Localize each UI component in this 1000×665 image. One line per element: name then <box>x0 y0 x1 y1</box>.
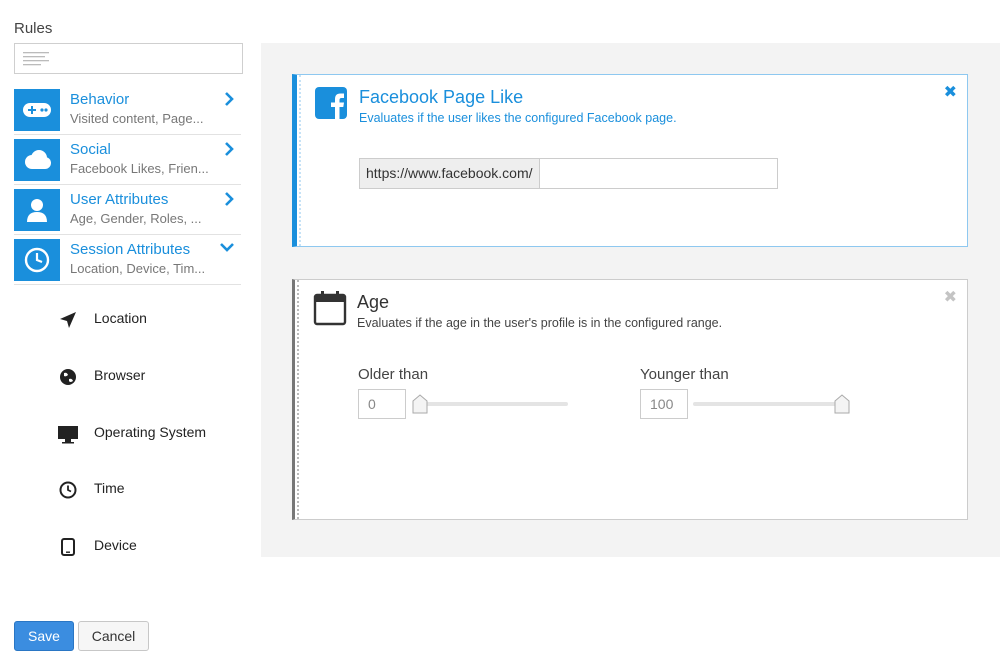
younger-than-label: Younger than <box>640 366 729 383</box>
clock-icon <box>14 239 60 281</box>
category-description: Location, Device, Tim... <box>70 261 206 276</box>
user-icon <box>14 189 60 231</box>
facebook-page-input[interactable] <box>539 159 777 188</box>
rule-card-age[interactable]: Age Evaluates if the age in the user's p… <box>292 279 968 520</box>
rule-description: Evaluates if the age in the user's profi… <box>357 316 723 330</box>
monitor-icon <box>56 422 80 446</box>
sidebar-item-label: Browser <box>94 367 146 383</box>
sidebar-item-browser[interactable]: Browser <box>56 361 246 391</box>
category-title: User Attributes <box>70 191 169 208</box>
category-title: Social <box>70 141 111 158</box>
sidebar-item-label: Operating System <box>94 424 207 440</box>
facebook-url-field[interactable]: https://www.facebook.com/ <box>359 158 778 189</box>
rules-search-input[interactable] <box>14 43 243 74</box>
category-social[interactable]: Social Facebook Likes, Frien... <box>14 135 241 185</box>
close-icon[interactable]: ✖ <box>944 290 957 306</box>
category-description: Visited content, Page... <box>70 111 204 126</box>
chevron-right-icon[interactable] <box>223 191 235 207</box>
text-lines-icon <box>23 52 49 66</box>
chevron-right-icon[interactable] <box>223 91 235 107</box>
category-session-attributes[interactable]: Session Attributes Location, Device, Tim… <box>14 235 241 285</box>
save-button[interactable]: Save <box>14 621 74 651</box>
tablet-icon <box>56 535 80 559</box>
category-title: Session Attributes <box>70 241 191 258</box>
older-than-label: Older than <box>358 366 429 383</box>
sidebar-item-operating-system[interactable]: Operating System <box>56 418 246 448</box>
sidebar-item-location[interactable]: Location <box>56 304 246 334</box>
rule-title: Age <box>357 292 390 312</box>
calendar-icon <box>313 291 347 326</box>
younger-than-slider-track[interactable] <box>693 402 847 406</box>
sidebar-item-label: Device <box>94 537 137 553</box>
chevron-right-icon[interactable] <box>223 141 235 157</box>
chevron-down-icon[interactable] <box>219 241 235 255</box>
sidebar-item-time[interactable]: Time <box>56 474 246 504</box>
cancel-button[interactable]: Cancel <box>78 621 149 651</box>
category-description: Facebook Likes, Frien... <box>70 161 209 176</box>
category-title: Behavior <box>70 91 130 108</box>
sidebar-item-label: Location <box>94 310 147 326</box>
gamepad-icon <box>14 89 60 131</box>
older-than-slider-handle[interactable] <box>412 394 428 414</box>
facebook-icon <box>315 87 347 119</box>
url-prefix-addon: https://www.facebook.com/ <box>360 159 540 188</box>
location-arrow-icon <box>56 308 80 332</box>
category-description: Age, Gender, Roles, ... <box>70 211 202 226</box>
rule-title: Facebook Page Like <box>359 87 524 107</box>
sidebar-title: Rules <box>14 20 53 37</box>
older-than-input[interactable] <box>358 389 406 419</box>
older-than-slider-track[interactable] <box>414 402 568 406</box>
cloud-icon <box>14 139 60 181</box>
globe-icon <box>56 365 80 389</box>
younger-than-slider-handle[interactable] <box>834 394 850 414</box>
rule-card-facebook-page-like[interactable]: Facebook Page Like Evaluates if the user… <box>292 74 968 247</box>
younger-than-input[interactable] <box>640 389 688 419</box>
rule-description: Evaluates if the user likes the configur… <box>359 111 677 125</box>
close-icon[interactable]: ✖ <box>944 85 957 101</box>
clock-icon <box>56 478 80 502</box>
sidebar-item-device[interactable]: Device <box>56 531 246 561</box>
category-behavior[interactable]: Behavior Visited content, Page... <box>14 85 241 135</box>
sidebar-item-label: Time <box>94 480 125 496</box>
category-user-attributes[interactable]: User Attributes Age, Gender, Roles, ... <box>14 185 241 235</box>
